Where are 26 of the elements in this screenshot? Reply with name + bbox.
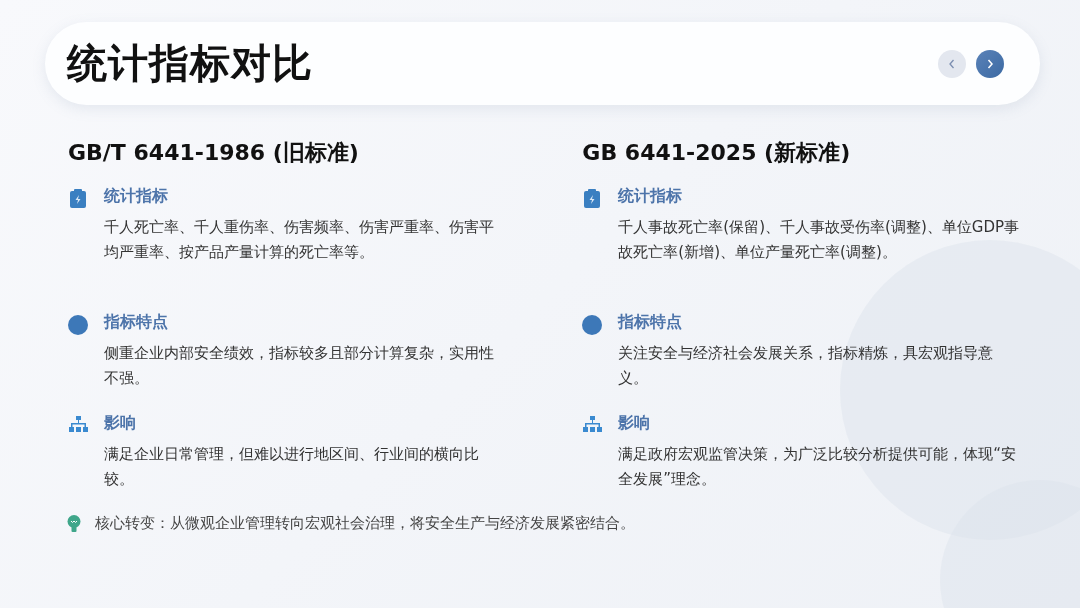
section-text: 侧重企业内部安全绩效，指标较多且部分计算复杂，实用性不强。 <box>104 343 495 389</box>
footer-note: 核心转变：从微观企业管理转向宏观社会治理，将安全生产与经济发展紧密结合。 <box>95 514 635 533</box>
section-title: 影响 <box>104 413 137 434</box>
section-title: 指标特点 <box>104 312 169 333</box>
circle-icon <box>68 315 88 335</box>
lightbulb-icon <box>67 515 81 532</box>
section-text: 满足企业日常管理，但难以进行地区间、行业间的横向比较。 <box>104 444 480 490</box>
section-text: 千人死亡率、千人重伤率、伤害频率、伤害严重率、伤害平均严重率、按产品产量计算的死亡率等。 <box>104 217 495 263</box>
chevron-right-icon <box>985 57 995 70</box>
circle-icon <box>582 315 603 335</box>
column-heading: GB 6441-2025 (新标准) <box>582 139 852 167</box>
section-title: 统计指标 <box>104 186 169 207</box>
clipboard-icon <box>584 189 601 208</box>
section-title: 统计指标 <box>618 186 684 207</box>
sitemap-icon <box>582 416 602 432</box>
section-text: 千人事故死亡率(保留)、千人事故受伤率(调整)、单位GDP事故死亡率(新增)、单位产量死亡率(调整)。 <box>618 217 1020 263</box>
section-title: 指标特点 <box>618 312 684 333</box>
chevron-left-icon <box>947 57 957 70</box>
section-text: 关注安全与经济社会发展关系，指标精炼，具宏观指导意义。 <box>618 343 995 389</box>
column-heading: GB/T 6441-1986 (旧标准) <box>68 139 360 167</box>
section-text: 满足政府宏观监管决策，为广泛比较分析提供可能，体现“安全发展”理念。 <box>618 444 1018 490</box>
next-button[interactable] <box>976 49 1004 78</box>
section-title: 影响 <box>618 413 652 434</box>
clipboard-icon <box>70 189 86 208</box>
sitemap-icon <box>68 416 88 432</box>
slide-title: 统计指标对比 <box>67 39 314 88</box>
